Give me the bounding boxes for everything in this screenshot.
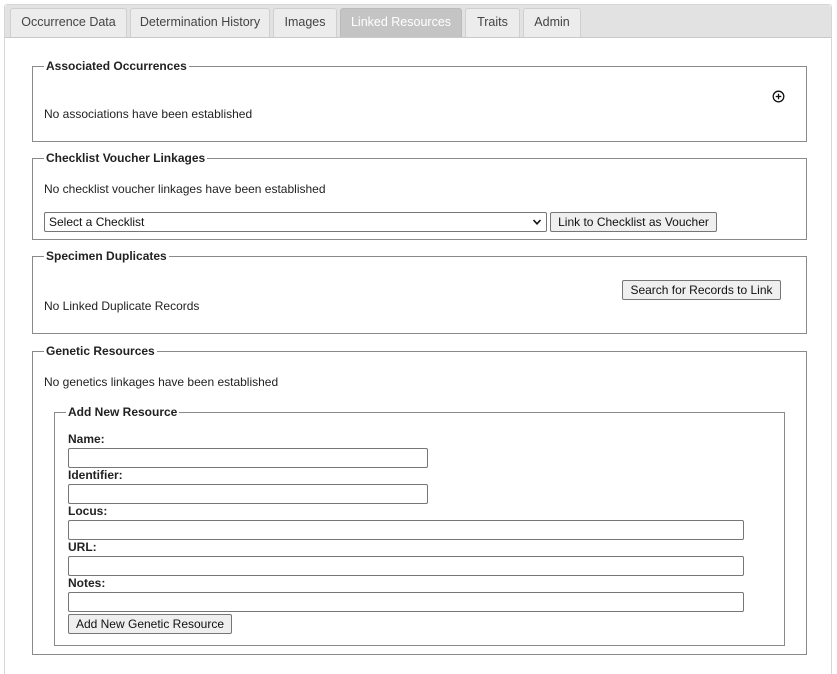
checklist-voucher-legend: Checklist Voucher Linkages [46, 151, 206, 165]
locus-input[interactable] [68, 520, 744, 540]
associated-occurrences-legend: Associated Occurrences [46, 59, 187, 73]
tab-traits[interactable]: Traits [465, 8, 520, 37]
add-new-resource-section: Add New Resource Name: Identifier: Locus… [54, 405, 785, 646]
tab-bar: Occurrence Data Determination History Im… [5, 5, 831, 38]
url-label: URL: [68, 540, 97, 554]
genetic-resources-legend: Genetic Resources [46, 344, 155, 358]
link-checklist-voucher-button[interactable]: Link to Checklist as Voucher [550, 212, 717, 232]
tab-occurrence-data[interactable]: Occurrence Data [10, 8, 127, 37]
checklist-empty-message: No checklist voucher linkages have been … [44, 182, 326, 196]
tab-admin[interactable]: Admin [523, 8, 581, 37]
search-records-to-link-button[interactable]: Search for Records to Link [622, 280, 781, 300]
genetic-resources-section: Genetic Resources No genetics linkages h… [32, 344, 807, 655]
tab-linked-resources[interactable]: Linked Resources [340, 8, 462, 37]
add-new-resource-legend: Add New Resource [68, 405, 178, 419]
add-genetic-resource-button[interactable]: Add New Genetic Resource [68, 614, 232, 634]
notes-label: Notes: [68, 576, 106, 590]
chevron-down-icon [532, 219, 542, 225]
url-input[interactable] [68, 556, 744, 576]
specimen-duplicates-section: Specimen Duplicates Search for Records t… [32, 249, 807, 334]
checklist-voucher-section: Checklist Voucher Linkages No checklist … [32, 151, 807, 240]
name-label: Name: [68, 432, 105, 446]
associations-empty-message: No associations have been established [44, 107, 253, 121]
locus-label: Locus: [68, 504, 108, 518]
duplicates-empty-message: No Linked Duplicate Records [44, 299, 200, 313]
tab-determination-history[interactable]: Determination History [130, 8, 270, 37]
checklist-select-value: Select a Checklist [49, 215, 145, 229]
identifier-input[interactable] [68, 484, 428, 504]
plus-circle-icon[interactable] [772, 90, 785, 103]
identifier-label: Identifier: [68, 468, 123, 482]
checklist-select[interactable]: Select a Checklist [44, 212, 547, 232]
genetics-empty-message: No genetics linkages have been establish… [44, 375, 279, 389]
notes-input[interactable] [68, 592, 744, 612]
name-input[interactable] [68, 448, 428, 468]
associated-occurrences-section: Associated Occurrences No associations h… [32, 59, 807, 142]
specimen-duplicates-legend: Specimen Duplicates [46, 249, 167, 263]
tab-images[interactable]: Images [273, 8, 337, 37]
